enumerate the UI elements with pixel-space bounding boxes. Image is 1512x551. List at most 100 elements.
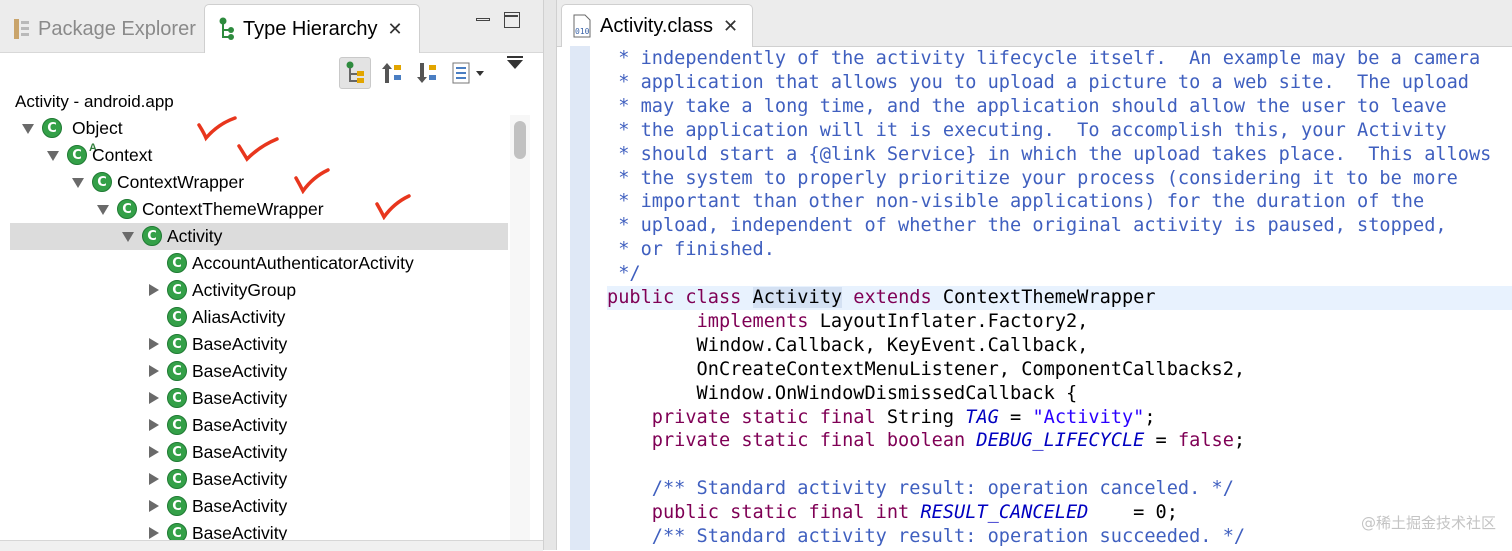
tree-item-label: BaseActivity (192, 361, 288, 381)
collapsed-twisty-icon[interactable] (149, 392, 159, 404)
code-token: * may take a long time, and the applicat… (607, 95, 1447, 117)
package-explorer-icon (12, 17, 32, 41)
code-token: RESULT_CANCELED (920, 502, 1089, 524)
code-line: * the system to properly prioritize your… (607, 167, 1458, 191)
tree-item[interactable]: C BaseActivity (10, 439, 508, 466)
tree-item[interactable]: C ContextWrapper (10, 169, 508, 196)
expanded-twisty-icon[interactable] (22, 124, 34, 134)
code-token: * application that allows you to upload … (607, 71, 1469, 93)
svg-text:010: 010 (575, 27, 590, 36)
code-line: * the application will it is executing. … (607, 119, 1446, 143)
class-file-icon: 010 (570, 14, 594, 38)
tree-item-label: ContextThemeWrapper (142, 199, 324, 219)
tree-item[interactable]: C ContextThemeWrapper (10, 196, 508, 223)
code-line: implements LayoutInflater.Factory2, (607, 310, 1089, 334)
tab-activity-class[interactable]: 010 Activity.class ✕ (561, 4, 753, 47)
tab-package-explorer[interactable]: Package Explorer (0, 6, 203, 52)
code-token: * independently of the activity lifecycl… (607, 48, 1481, 69)
code-line: private static final boolean DEBUG_LIFEC… (607, 429, 1245, 453)
code-token: = (998, 406, 1033, 428)
tree-item[interactable]: C Activity (10, 223, 508, 250)
tree-item[interactable]: C BaseActivity (10, 412, 508, 439)
tree-item[interactable]: C BaseActivity (10, 385, 508, 412)
tree-item-label: AccountAuthenticatorActivity (192, 253, 414, 273)
code-line: Window.Callback, KeyEvent.Callback, (607, 334, 1089, 358)
code-token: * or finished. (607, 239, 775, 261)
type-hierarchy-view: Package Explorer Type Hierarchy ✕ Activi… (0, 0, 543, 551)
code-token: */ (607, 263, 641, 285)
tree-item[interactable]: C BaseActivity (10, 493, 508, 520)
code-token: LayoutInflater.Factory2, (819, 310, 1089, 332)
show-subtype-hierarchy-button[interactable] (411, 57, 443, 89)
code-token: ; (1233, 430, 1246, 452)
collapsed-twisty-icon[interactable] (149, 365, 159, 377)
tree-item[interactable]: C AliasActivity (10, 304, 508, 331)
view-menu-chevron-icon[interactable] (507, 56, 523, 69)
type-hierarchy-icon (217, 17, 237, 41)
class-icon: C (167, 334, 187, 354)
collapsed-twisty-icon[interactable] (149, 446, 159, 458)
tab-type-hierarchy[interactable]: Type Hierarchy ✕ (204, 4, 420, 53)
source-code-area[interactable]: * independently of the activity lifecycl… (607, 46, 1512, 550)
code-token: ContextThemeWrapper (942, 287, 1156, 308)
tree-item[interactable]: C ActivityGroup (10, 277, 508, 304)
tree-item[interactable]: C BaseActivity (10, 520, 508, 540)
show-type-hierarchy-button[interactable] (339, 57, 371, 89)
history-list-icon (452, 62, 484, 84)
red-checkmark-annotation (237, 137, 279, 162)
collapsed-twisty-icon[interactable] (149, 500, 159, 512)
code-token: * important than other non-visible appli… (607, 191, 1425, 213)
collapsed-twisty-icon[interactable] (149, 338, 159, 350)
type-hierarchy-tree[interactable]: C Object C A Context C ContextWrapper C ContextT… (10, 115, 510, 540)
collapsed-twisty-icon[interactable] (149, 473, 159, 485)
view-splitter[interactable] (543, 0, 557, 550)
close-icon[interactable]: ✕ (723, 16, 738, 37)
red-checkmark-annotation (294, 168, 330, 194)
code-token: = 0; (1088, 502, 1178, 524)
code-token: public class (607, 287, 753, 308)
class-icon: C (167, 307, 187, 327)
tree-scrollbar[interactable] (510, 115, 530, 540)
class-icon: C (167, 415, 187, 435)
expanded-twisty-icon[interactable] (72, 178, 84, 188)
view-tab-bar: Package Explorer Type Hierarchy ✕ (0, 0, 543, 53)
code-line: * or finished. (607, 238, 775, 262)
class-icon: C (167, 442, 187, 462)
class-icon: C (167, 496, 187, 516)
scrollbar-thumb[interactable] (514, 121, 526, 159)
code-token: = (1144, 430, 1178, 452)
code-token: implements (696, 310, 820, 332)
expanded-twisty-icon[interactable] (122, 232, 134, 242)
tree-item-label: ContextWrapper (117, 172, 245, 192)
maximize-button[interactable] (504, 12, 520, 28)
close-icon[interactable]: ✕ (388, 19, 403, 40)
collapsed-twisty-icon[interactable] (149, 284, 159, 296)
collapsed-twisty-icon[interactable] (149, 419, 159, 431)
class-icon: C (167, 280, 187, 300)
code-token: * should start a {@link Service} in whic… (607, 143, 1492, 165)
tree-item[interactable]: C BaseActivity (10, 331, 508, 358)
code-line: * important than other non-visible appli… (607, 190, 1424, 214)
code-token: * the system to properly prioritize your… (607, 167, 1458, 189)
tree-item-label: Object (72, 118, 123, 138)
subtype-hierarchy-icon (417, 63, 436, 83)
red-checkmark-annotation (197, 116, 237, 142)
collapsed-twisty-icon[interactable] (149, 527, 159, 539)
tree-item-label: Context (92, 145, 153, 165)
tree-item[interactable]: C BaseActivity (10, 358, 508, 385)
code-token: Window.Callback, KeyEvent.Callback, (607, 334, 1089, 356)
class-icon: C (67, 145, 87, 165)
tree-item[interactable]: C AccountAuthenticatorActivity (10, 250, 508, 277)
tree-item-label: ActivityGroup (192, 280, 297, 300)
code-line: * may take a long time, and the applicat… (607, 95, 1447, 119)
show-supertype-hierarchy-button[interactable] (376, 57, 408, 89)
expanded-twisty-icon[interactable] (47, 151, 59, 161)
minimize-button[interactable] (475, 12, 493, 30)
expanded-twisty-icon[interactable] (97, 205, 109, 215)
code-token: public static final int (651, 502, 921, 524)
history-dropdown-button[interactable] (447, 57, 491, 89)
tree-item[interactable]: C BaseActivity (10, 466, 508, 493)
